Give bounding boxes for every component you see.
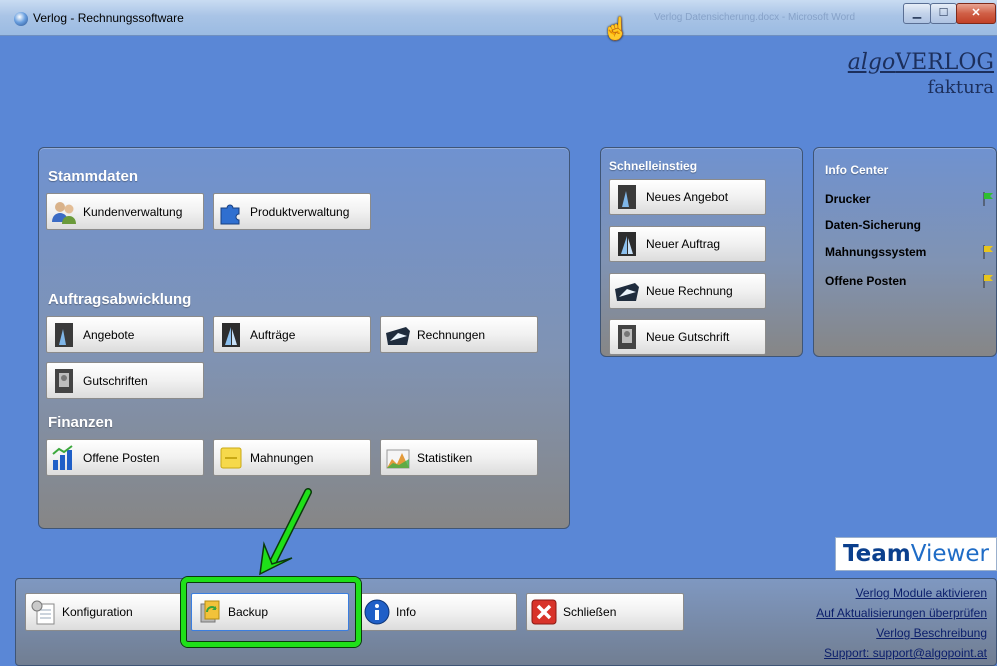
neue-rechnung-label: Neue Rechnung xyxy=(646,284,733,298)
heading-schnelleinstieg: Schnelleinstieg xyxy=(609,159,698,173)
maximize-button[interactable]: ☐ xyxy=(930,3,957,24)
info-offene-posten[interactable]: Offene Posten xyxy=(825,274,995,288)
statistics-chart-icon xyxy=(386,449,410,468)
close-window-button[interactable]: ✕ xyxy=(956,3,996,24)
backup-button[interactable]: Backup xyxy=(191,593,349,631)
produktverwaltung-button[interactable]: Produktverwaltung xyxy=(213,193,371,230)
info-mahnungssystem-label: Mahnungssystem xyxy=(825,245,927,259)
link-aktualisierungen[interactable]: Auf Aktualisierungen überprüfen xyxy=(816,603,987,623)
close-icon xyxy=(531,599,557,625)
configuration-icon xyxy=(31,600,55,625)
app-globe-icon xyxy=(14,12,28,26)
info-label: Info xyxy=(396,605,417,619)
invoice-icon xyxy=(615,283,639,301)
info-daten-sicherung-label: Daten-Sicherung xyxy=(825,218,922,232)
rechnungen-button[interactable]: Rechnungen xyxy=(380,316,538,353)
users-icon xyxy=(52,201,76,224)
auftraege-label: Aufträge xyxy=(250,327,296,342)
link-module-aktivieren[interactable]: Verlog Module aktivieren xyxy=(816,583,987,603)
yellow-flag-icon xyxy=(983,274,993,288)
offene-posten-label: Offene Posten xyxy=(83,450,160,465)
logo-faktura-text: faktura xyxy=(927,77,994,98)
background-window-title: Verlog Datensicherung.docx - Microsoft W… xyxy=(654,12,856,23)
mahnungen-button[interactable]: Mahnungen xyxy=(213,439,371,476)
schnelleinstieg-panel: Schnelleinstieg Neues Angebot Neuer Auft… xyxy=(600,147,803,357)
hand-cursor-icon: ☝ xyxy=(602,16,630,41)
angebote-label: Angebote xyxy=(83,327,135,342)
neue-rechnung-button[interactable]: Neue Rechnung xyxy=(609,273,766,309)
link-support[interactable]: Support: support@algopoint.at xyxy=(816,643,987,663)
main-panel: Stammdaten Kundenverwaltung Produktverwa… xyxy=(38,147,570,529)
credit-note-icon xyxy=(55,368,73,393)
order-icon xyxy=(222,322,240,347)
order-icon xyxy=(618,232,636,256)
statistiken-button[interactable]: Statistiken xyxy=(380,439,538,476)
statistiken-label: Statistiken xyxy=(417,450,473,465)
window-title: Verlog - Rechnungssoftware xyxy=(33,11,184,25)
offer-icon xyxy=(55,322,73,347)
produktverwaltung-label: Produktverwaltung xyxy=(250,204,350,219)
bottom-links: Verlog Module aktivieren Auf Aktualisier… xyxy=(816,583,987,663)
neues-angebot-button[interactable]: Neues Angebot xyxy=(609,179,766,215)
info-drucker[interactable]: Drucker xyxy=(825,192,995,206)
logo-algo-text: algo xyxy=(847,50,896,75)
logo-verlog-text: VERLOG xyxy=(895,50,994,75)
open-items-chart-icon xyxy=(52,444,73,470)
schliessen-label: Schließen xyxy=(563,605,617,619)
neues-angebot-label: Neues Angebot xyxy=(646,190,729,204)
info-daten-sicherung[interactable]: Daten-Sicherung xyxy=(825,218,995,232)
info-center-panel: Info Center Drucker Daten-Sicherung Mahn… xyxy=(813,147,997,357)
schliessen-button[interactable]: Schließen xyxy=(526,593,684,631)
title-bar: Verlog - Rechnungssoftware Verlog Datens… xyxy=(0,0,997,40)
gutschriften-label: Gutschriften xyxy=(83,373,148,388)
info-offene-posten-label: Offene Posten xyxy=(825,274,907,288)
credit-note-icon xyxy=(618,325,636,349)
yellow-flag-icon xyxy=(983,245,993,259)
offene-posten-button[interactable]: Offene Posten xyxy=(46,439,204,476)
neue-gutschrift-label: Neue Gutschrift xyxy=(646,330,730,344)
backup-label: Backup xyxy=(228,605,269,619)
info-icon xyxy=(364,599,390,625)
green-flag-icon xyxy=(983,192,993,206)
teamviewer-logo[interactable]: Team Viewer xyxy=(835,537,997,571)
annotation-arrow xyxy=(259,488,312,576)
neuer-auftrag-button[interactable]: Neuer Auftrag xyxy=(609,226,766,262)
offer-icon xyxy=(618,185,636,209)
invoice-icon xyxy=(386,326,410,345)
kundenverwaltung-button[interactable]: Kundenverwaltung xyxy=(46,193,204,230)
mahnungen-label: Mahnungen xyxy=(250,450,314,465)
neue-gutschrift-button[interactable]: Neue Gutschrift xyxy=(609,319,766,355)
neuer-auftrag-label: Neuer Auftrag xyxy=(646,237,721,251)
heading-auftragsabwicklung: Auftragsabwicklung xyxy=(48,291,192,308)
angebote-button[interactable]: Angebote xyxy=(46,316,204,353)
konfiguration-label: Konfiguration xyxy=(62,605,133,619)
reminder-note-icon xyxy=(220,447,242,468)
auftraege-button[interactable]: Aufträge xyxy=(213,316,371,353)
heading-finanzen: Finanzen xyxy=(48,414,114,431)
link-beschreibung[interactable]: Verlog Beschreibung xyxy=(816,623,987,643)
kundenverwaltung-label: Kundenverwaltung xyxy=(83,204,183,219)
info-drucker-label: Drucker xyxy=(825,192,871,206)
info-button[interactable]: Info xyxy=(359,593,517,631)
gutschriften-button[interactable]: Gutschriften xyxy=(46,362,204,399)
minimize-button[interactable]: ▁ xyxy=(903,3,931,24)
teamviewer-viewer-text: Viewer xyxy=(910,541,989,567)
heading-info-center: Info Center xyxy=(825,163,889,177)
rechnungen-label: Rechnungen xyxy=(417,327,486,342)
konfiguration-button[interactable]: Konfiguration xyxy=(25,593,183,631)
backup-icon xyxy=(200,600,220,623)
info-mahnungssystem[interactable]: Mahnungssystem xyxy=(825,245,995,259)
puzzle-icon xyxy=(220,204,240,224)
heading-stammdaten: Stammdaten xyxy=(48,168,139,185)
algoverlog-logo: algoVERLOG faktura xyxy=(848,50,994,98)
teamviewer-team-text: Team xyxy=(843,541,911,567)
